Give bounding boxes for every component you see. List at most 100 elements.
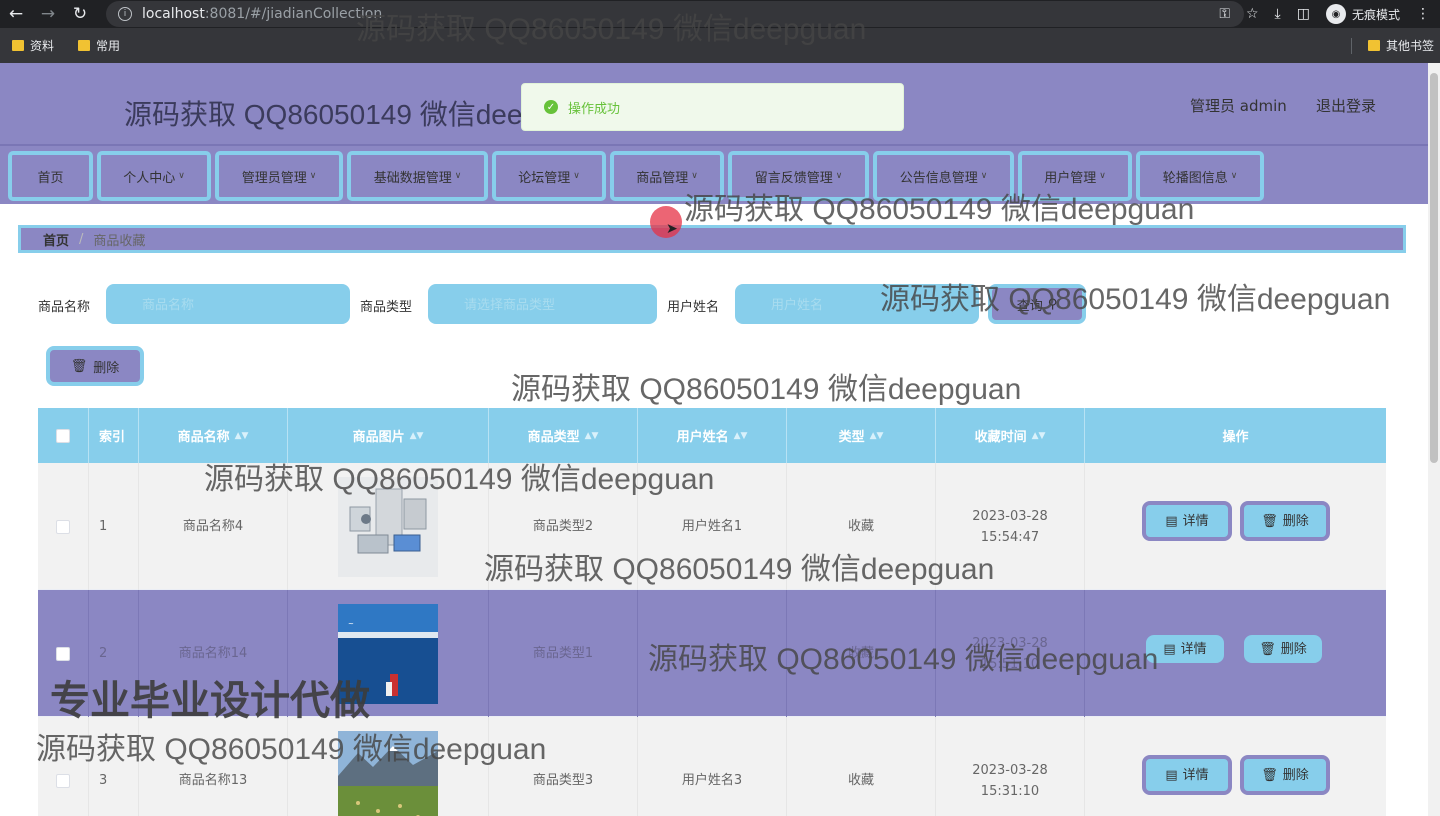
chevron-down-icon: ∨	[454, 171, 462, 181]
logout-link[interactable]: 退出登录	[1316, 95, 1376, 116]
menu-basic-data[interactable]: 基础数据管理 ∨	[347, 151, 488, 201]
row-kind: 收藏	[787, 590, 936, 717]
download-icon[interactable]: ⤓	[1275, 6, 1281, 22]
row-goods-image	[288, 717, 489, 816]
detail-label: 详情	[1182, 513, 1209, 529]
menu-goods[interactable]: 商品管理 ∨	[610, 151, 724, 201]
menu-kebab-icon[interactable]: ⋮	[1416, 6, 1430, 22]
header-user-name[interactable]: 用户姓名 ▲▼	[638, 408, 787, 463]
other-bookmarks-label: 其他书签	[1385, 39, 1434, 53]
row-select-cell	[38, 717, 89, 816]
sidepanel-icon[interactable]: ◫	[1297, 6, 1310, 22]
header-goods-type[interactable]: 商品类型 ▲▼	[489, 408, 638, 463]
header-label: 操作	[1222, 430, 1249, 445]
menu-feedback[interactable]: 留言反馈管理 ∨	[728, 151, 869, 201]
header-goods-image[interactable]: 商品图片 ▲▼	[288, 408, 489, 463]
search-icon: ⚲	[1047, 296, 1058, 312]
reload-icon[interactable]: ↻	[64, 0, 96, 28]
goods-name-label: 商品名称	[38, 300, 91, 315]
row-goods-name: 商品名称14	[139, 590, 288, 717]
menu-home[interactable]: 首页	[8, 151, 93, 201]
row-index: 2	[89, 590, 139, 717]
folder-icon	[12, 40, 24, 51]
select-all-cell	[38, 408, 89, 463]
breadcrumb-home[interactable]: 首页	[43, 230, 69, 249]
user-name-input[interactable]	[735, 284, 979, 324]
appliances-image[interactable]	[338, 476, 438, 577]
menu-users[interactable]: 用户管理 ∨	[1018, 151, 1132, 201]
row-goods-name: 商品名称13	[139, 717, 288, 816]
delete-button[interactable]: 🗑 删除	[1244, 635, 1322, 663]
chevron-down-icon: ∨	[1099, 171, 1106, 181]
menu-admin-manage[interactable]: 管理员管理 ∨	[215, 151, 343, 201]
page-scrollbar[interactable]	[1428, 63, 1440, 816]
check-icon: ✓	[544, 100, 558, 114]
toast-message: 操作成功	[568, 101, 621, 117]
url-host: localhost	[142, 6, 205, 22]
success-toast: ✓ 操作成功	[521, 83, 904, 131]
forward-icon[interactable]: →	[32, 0, 64, 28]
sort-icon[interactable]: ▲▼	[235, 431, 249, 441]
detail-button[interactable]: ▤ 详情	[1142, 501, 1232, 541]
header-label: 索引	[99, 430, 126, 445]
key-icon[interactable]: ⚿	[1219, 6, 1230, 22]
mountain-image[interactable]	[338, 730, 438, 816]
menu-forum[interactable]: 论坛管理 ∨	[492, 151, 606, 201]
chevron-down-icon: ∨	[178, 171, 185, 181]
scroll-thumb[interactable]	[1430, 73, 1438, 463]
row-user-name	[638, 590, 787, 717]
sort-icon[interactable]: ▲▼	[1032, 431, 1046, 441]
row-checkbox[interactable]	[56, 646, 70, 661]
detail-label: 详情	[1180, 641, 1207, 657]
delete-button[interactable]: 🗑 删除	[1240, 755, 1330, 795]
row-time: 2023-03-28 15:54:47	[936, 463, 1085, 590]
user-name-label: 用户姓名	[667, 300, 720, 315]
header-time[interactable]: 收藏时间 ▲▼	[936, 408, 1085, 463]
header-goods-name[interactable]: 商品名称 ▲▼	[139, 408, 288, 463]
menu-notice[interactable]: 公告信息管理 ∨	[873, 151, 1014, 201]
current-user: 管理员 admin	[1190, 97, 1287, 115]
select-all-checkbox[interactable]	[56, 428, 70, 443]
sort-icon[interactable]: ▲▼	[410, 431, 424, 441]
goods-type-select[interactable]	[428, 284, 657, 324]
delete-button[interactable]: 🗑 删除	[1240, 501, 1330, 541]
menu-label: 个人中心	[123, 170, 176, 186]
row-actions: ▤ 详情 🗑 删除	[1085, 463, 1386, 590]
lake-image[interactable]: ~	[338, 603, 438, 704]
menu-label: 首页	[37, 170, 64, 186]
browser-actions: ⚿ ☆ ⤓ ◫ ◉ 无痕模式 ⋮	[1219, 0, 1440, 28]
header-kind[interactable]: 类型 ▲▼	[787, 408, 936, 463]
header-label: 用户姓名	[676, 430, 729, 445]
back-icon[interactable]: ←	[0, 0, 32, 28]
detail-button[interactable]: ▤ 详情	[1142, 755, 1232, 795]
row-checkbox[interactable]	[56, 773, 70, 788]
folder-icon	[1367, 40, 1380, 51]
site-info-icon[interactable]: i	[118, 7, 132, 21]
bookmark-folder[interactable]: 常用	[78, 37, 120, 54]
delete-label: 删除	[1280, 641, 1307, 657]
other-bookmarks[interactable]: 其他书签	[1367, 28, 1434, 63]
goods-name-input[interactable]	[106, 284, 350, 324]
chevron-down-icon: ∨	[691, 171, 698, 181]
query-button[interactable]: 查询 ⚲	[988, 284, 1086, 324]
menu-label: 轮播图信息	[1162, 170, 1228, 186]
url-path: :8081/#/jiadianCollection	[204, 6, 383, 22]
address-bar[interactable]: i localhost:8081/#/jiadianCollection	[106, 1, 1244, 27]
sort-icon[interactable]: ▲▼	[585, 431, 599, 441]
bookmark-folder[interactable]: 资料	[12, 37, 54, 54]
menu-personal-center[interactable]: 个人中心 ∨	[97, 151, 211, 201]
star-icon[interactable]: ☆	[1246, 6, 1259, 22]
row-goods-type: 商品类型2	[489, 463, 638, 590]
svg-text:~: ~	[348, 620, 354, 628]
detail-button[interactable]: ▤ 详情	[1146, 635, 1224, 663]
breadcrumb-current: 商品收藏	[93, 233, 146, 249]
row-checkbox[interactable]	[56, 519, 70, 534]
batch-delete-button[interactable]: 🗑 删除	[46, 346, 144, 386]
header-label: 商品类型	[527, 430, 580, 445]
sort-icon[interactable]: ▲▼	[870, 431, 884, 441]
sort-icon[interactable]: ▲▼	[734, 431, 748, 441]
incognito-indicator[interactable]: ◉ 无痕模式	[1325, 4, 1400, 24]
row-index: 3	[89, 717, 139, 816]
menu-carousel[interactable]: 轮播图信息 ∨	[1136, 151, 1264, 201]
menu-label: 管理员管理	[241, 170, 307, 186]
